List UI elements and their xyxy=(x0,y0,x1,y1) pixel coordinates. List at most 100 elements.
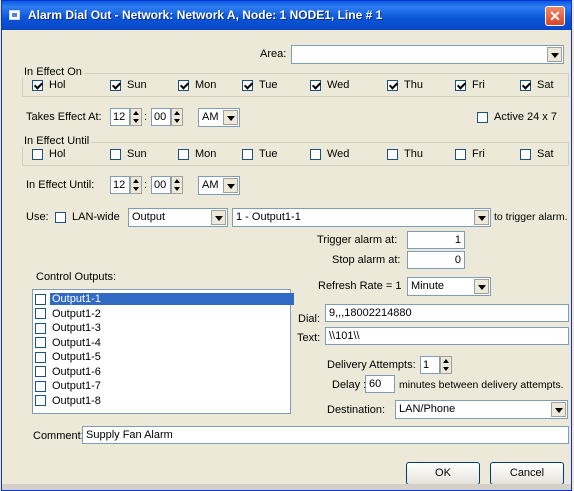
takes-effect-minute-spinner[interactable] xyxy=(171,108,183,126)
active-24x7-checkbox[interactable]: Active 24 x 7 xyxy=(477,111,557,123)
effect-until-sun-checkbox[interactable]: Sun xyxy=(110,148,147,160)
destination-combo[interactable]: LAN/Phone xyxy=(395,400,568,419)
chevron-down-icon[interactable] xyxy=(223,178,238,193)
effect-until-fri-box[interactable] xyxy=(455,148,466,160)
takes-effect-minute[interactable]: 00 xyxy=(151,108,171,126)
active-24x7-box[interactable] xyxy=(477,111,488,123)
output-checkbox[interactable] xyxy=(35,366,46,377)
effect-on-wed-checkbox[interactable]: Wed xyxy=(310,79,349,91)
lan-wide-checkbox[interactable]: LAN-wide xyxy=(55,211,120,223)
effect-until-sat-box[interactable] xyxy=(520,148,531,160)
list-item[interactable]: Output1-3 xyxy=(35,322,294,334)
effect-on-tue-box[interactable] xyxy=(242,79,253,91)
effect-on-fri-checkbox[interactable]: Fri xyxy=(455,79,485,91)
effect-on-tue-checkbox[interactable]: Tue xyxy=(242,79,278,91)
list-item[interactable]: Output1-4 xyxy=(35,337,294,349)
text-field[interactable]: \\101\\ xyxy=(325,327,569,345)
refresh-unit-combo[interactable]: Minute xyxy=(407,277,491,296)
list-item[interactable]: Output1-1 xyxy=(35,293,294,305)
effect-on-wed-label: Wed xyxy=(327,79,350,91)
list-item[interactable]: Output1-6 xyxy=(35,366,294,378)
list-item[interactable]: Output1-2 xyxy=(35,308,294,320)
cancel-button[interactable]: Cancel xyxy=(490,462,564,485)
delivery-value[interactable]: 1 xyxy=(420,356,440,374)
effect-on-thu-box[interactable] xyxy=(387,79,398,91)
window-title: Alarm Dial Out - Network: Network A, Nod… xyxy=(28,8,383,22)
output-checkbox[interactable] xyxy=(35,380,46,392)
effect-on-hol-box[interactable] xyxy=(32,79,43,91)
list-item[interactable]: Output1-8 xyxy=(35,395,294,407)
effect-on-sat-checkbox[interactable]: Sat xyxy=(520,79,554,91)
takes-effect-hour-spinner[interactable] xyxy=(130,108,142,126)
text-label: Text: xyxy=(297,332,321,344)
delay-value[interactable]: 60 xyxy=(365,375,395,393)
until-ampm[interactable]: AM xyxy=(198,176,240,195)
area-combo[interactable] xyxy=(291,45,564,64)
effect-until-thu-checkbox[interactable]: Thu xyxy=(387,148,423,160)
until-minute[interactable]: 00 xyxy=(151,176,171,194)
output-checkbox[interactable] xyxy=(35,395,46,406)
use-type-combo[interactable]: Output xyxy=(128,208,228,227)
dial-label: Dial: xyxy=(298,313,321,325)
effect-until-thu-box[interactable] xyxy=(387,148,398,160)
effect-until-fri-checkbox[interactable]: Fri xyxy=(455,148,485,160)
output-checkbox[interactable] xyxy=(35,308,46,319)
effect-on-mon-checkbox[interactable]: Mon xyxy=(178,79,216,91)
effect-until-hol-box[interactable] xyxy=(32,148,43,160)
until-hour[interactable]: 12 xyxy=(110,176,130,194)
comment-field[interactable]: Supply Fan Alarm xyxy=(82,426,569,444)
chevron-down-icon[interactable] xyxy=(474,210,489,225)
control-outputs-list[interactable]: Output1-1 Output1-2 Output1-3 Output1-4 Outp… xyxy=(32,289,294,414)
takes-effect-label: Takes Effect At: xyxy=(26,111,102,123)
stop-value[interactable]: 0 xyxy=(407,251,465,269)
destination-value: LAN/Phone xyxy=(399,403,456,415)
takes-effect-hour[interactable]: 12 xyxy=(110,108,130,126)
until-hour-spinner[interactable] xyxy=(130,176,142,194)
lan-wide-box[interactable] xyxy=(55,211,66,223)
effect-until-wed-checkbox[interactable]: Wed xyxy=(310,148,349,160)
effect-until-hol-checkbox[interactable]: Hol xyxy=(32,148,66,160)
effect-on-fri-box[interactable] xyxy=(455,79,466,91)
lan-wide-label: LAN-wide xyxy=(72,211,120,223)
use-point-value: 1 - Output1-1 xyxy=(236,211,301,223)
output-checkbox[interactable] xyxy=(35,351,46,363)
dial-field[interactable]: 9,,,18002214880 xyxy=(325,304,569,322)
output-checkbox[interactable] xyxy=(35,322,46,334)
output-checkbox[interactable] xyxy=(35,293,46,305)
effect-until-wed-box[interactable] xyxy=(310,148,321,160)
output-checkbox[interactable] xyxy=(35,337,46,348)
use-point-combo[interactable]: 1 - Output1-1 xyxy=(232,208,491,227)
title-bar[interactable]: Alarm Dial Out - Network: Network A, Nod… xyxy=(2,1,571,30)
close-button[interactable]: ✕ xyxy=(545,6,565,26)
list-item[interactable]: Output1-5 xyxy=(35,351,294,363)
effect-until-mon-box[interactable] xyxy=(178,148,189,160)
effect-on-thu-checkbox[interactable]: Thu xyxy=(387,79,423,91)
effect-until-sat-checkbox[interactable]: Sat xyxy=(520,148,554,160)
chevron-down-icon[interactable] xyxy=(551,402,566,417)
effect-on-sat-box[interactable] xyxy=(520,79,531,91)
until-sep: : xyxy=(144,179,148,191)
effect-on-mon-box[interactable] xyxy=(178,79,189,91)
delivery-spinner[interactable] xyxy=(440,356,452,374)
in-effect-until-title: In Effect Until xyxy=(22,135,92,147)
chevron-down-icon[interactable] xyxy=(211,210,226,225)
takes-effect-ampm-value: AM xyxy=(202,111,219,123)
effect-until-tue-checkbox[interactable]: Tue xyxy=(242,148,278,160)
chevron-down-icon[interactable] xyxy=(547,47,562,62)
trigger-value[interactable]: 1 xyxy=(407,231,465,249)
effect-on-sun-checkbox[interactable]: Sun xyxy=(110,79,147,91)
until-minute-spinner[interactable] xyxy=(171,176,183,194)
list-item[interactable]: Output1-7 xyxy=(35,380,294,392)
chevron-down-icon[interactable] xyxy=(474,279,489,294)
effect-on-hol-checkbox[interactable]: Hol xyxy=(32,79,66,91)
ok-button[interactable]: OK xyxy=(406,462,480,485)
takes-effect-ampm[interactable]: AM xyxy=(198,108,240,127)
effect-until-sun-box[interactable] xyxy=(110,148,121,160)
in-effect-on-group xyxy=(22,73,569,97)
chevron-down-icon[interactable] xyxy=(223,110,238,125)
effect-until-wed-label: Wed xyxy=(327,148,350,160)
effect-on-sun-box[interactable] xyxy=(110,79,121,91)
effect-on-wed-box[interactable] xyxy=(310,79,321,91)
effect-until-tue-box[interactable] xyxy=(242,148,253,160)
effect-until-mon-checkbox[interactable]: Mon xyxy=(178,148,216,160)
